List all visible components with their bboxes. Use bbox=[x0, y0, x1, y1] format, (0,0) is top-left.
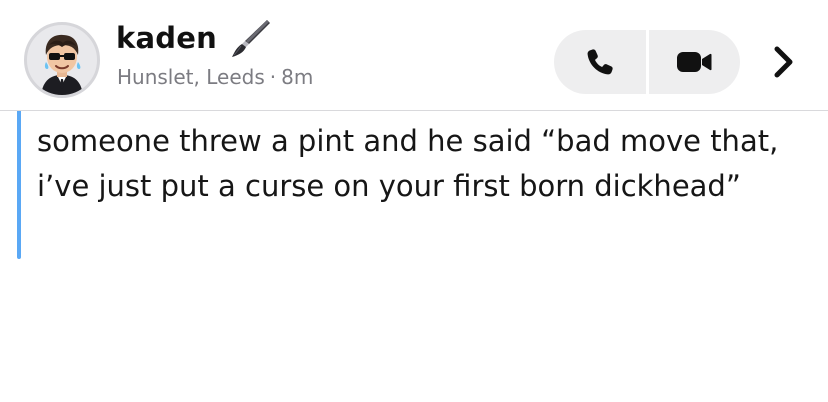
more-options-button[interactable] bbox=[760, 40, 808, 84]
friend-name[interactable]: kaden bbox=[116, 21, 217, 55]
separator-dot: · bbox=[269, 65, 277, 89]
bitmoji-avatar-icon bbox=[41, 34, 83, 95]
voice-call-button[interactable] bbox=[554, 30, 646, 94]
paintbrush-icon bbox=[229, 17, 271, 59]
chevron-right-icon bbox=[774, 46, 793, 78]
friend-name-row[interactable]: kaden bbox=[116, 18, 271, 58]
call-button-group bbox=[554, 30, 740, 94]
phone-icon bbox=[587, 49, 613, 75]
chat-header: kaden Hunslet, Leeds · 8m bbox=[0, 0, 828, 110]
message-text[interactable]: someone threw a pint and he said “bad mo… bbox=[37, 119, 797, 209]
avatar[interactable] bbox=[24, 22, 100, 98]
chat-message[interactable]: someone threw a pint and he said “bad mo… bbox=[17, 111, 807, 259]
message-accent-bar bbox=[17, 111, 21, 259]
video-camera-icon bbox=[677, 52, 712, 72]
last-active-time: 8m bbox=[281, 65, 314, 89]
video-call-button[interactable] bbox=[649, 30, 741, 94]
friend-location: Hunslet, Leeds bbox=[117, 65, 265, 89]
friend-subtitle: Hunslet, Leeds · 8m bbox=[117, 65, 313, 89]
